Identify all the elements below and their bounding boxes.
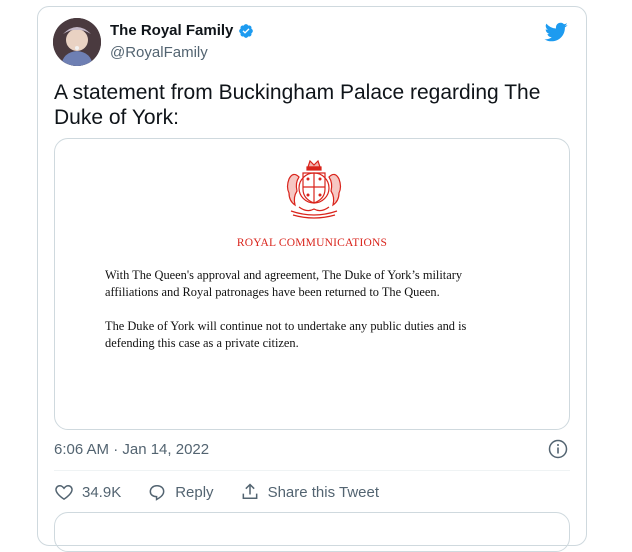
account-name-row[interactable]: The Royal Family [110,22,254,39]
divider [54,470,570,471]
statement-paragraph-1: With The Queen's approval and agreement,… [105,268,463,299]
like-count: 34.9K [82,483,122,501]
avatar-image [53,18,101,66]
like-button[interactable]: 34.9K [54,482,121,502]
reply-icon [149,485,165,501]
royal-crest-icon [286,159,342,219]
avatar[interactable] [53,18,101,66]
share-icon [242,483,257,499]
handle[interactable]: @RoyalFamily [110,44,208,61]
verified-badge-icon [239,23,254,38]
display-name[interactable]: The Royal Family [110,22,233,39]
tweet-actions: 34.9K Reply Share this Tweet [54,482,405,502]
reply-label: Reply [175,483,214,501]
statement-image[interactable]: ROYAL COMMUNICATIONS With The Queen's ap… [54,138,570,430]
reply-composer-preview [54,512,570,552]
reply-button[interactable]: Reply [147,482,214,502]
statement-paragraph-2: The Duke of York will continue not to un… [105,319,467,350]
info-icon[interactable] [548,439,568,459]
heart-icon [55,484,73,500]
statement-heading: ROYAL COMMUNICATIONS [236,237,388,249]
tweet-timestamp[interactable]: 6:06 AM · Jan 14, 2022 [54,441,209,458]
tweet-text: A statement from Buckingham Palace regar… [54,81,541,129]
share-button[interactable]: Share this Tweet [240,482,379,502]
share-label: Share this Tweet [267,483,380,501]
twitter-bird-icon[interactable] [544,20,568,44]
